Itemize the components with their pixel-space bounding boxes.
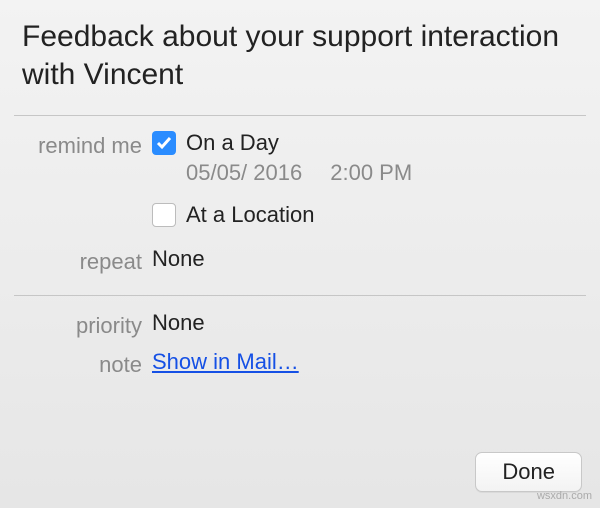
remind-date[interactable]: 05/05/ 2016: [186, 160, 302, 186]
remind-time[interactable]: 2:00 PM: [330, 160, 412, 186]
done-button[interactable]: Done: [475, 452, 582, 492]
checkmark-icon: [156, 135, 172, 151]
reminder-title[interactable]: Feedback about your support interaction …: [22, 18, 578, 93]
note-label: note: [22, 349, 152, 378]
repeat-label: repeat: [22, 246, 152, 275]
priority-label: priority: [22, 310, 152, 339]
remind-me-label: remind me: [22, 130, 152, 159]
repeat-value[interactable]: None: [152, 246, 578, 272]
on-a-day-checkbox[interactable]: [152, 131, 176, 155]
at-a-location-checkbox[interactable]: [152, 203, 176, 227]
at-a-location-label: At a Location: [186, 202, 314, 228]
on-a-day-label: On a Day: [186, 130, 279, 156]
show-in-mail-link[interactable]: Show in Mail…: [152, 349, 299, 374]
priority-value[interactable]: None: [152, 310, 578, 336]
